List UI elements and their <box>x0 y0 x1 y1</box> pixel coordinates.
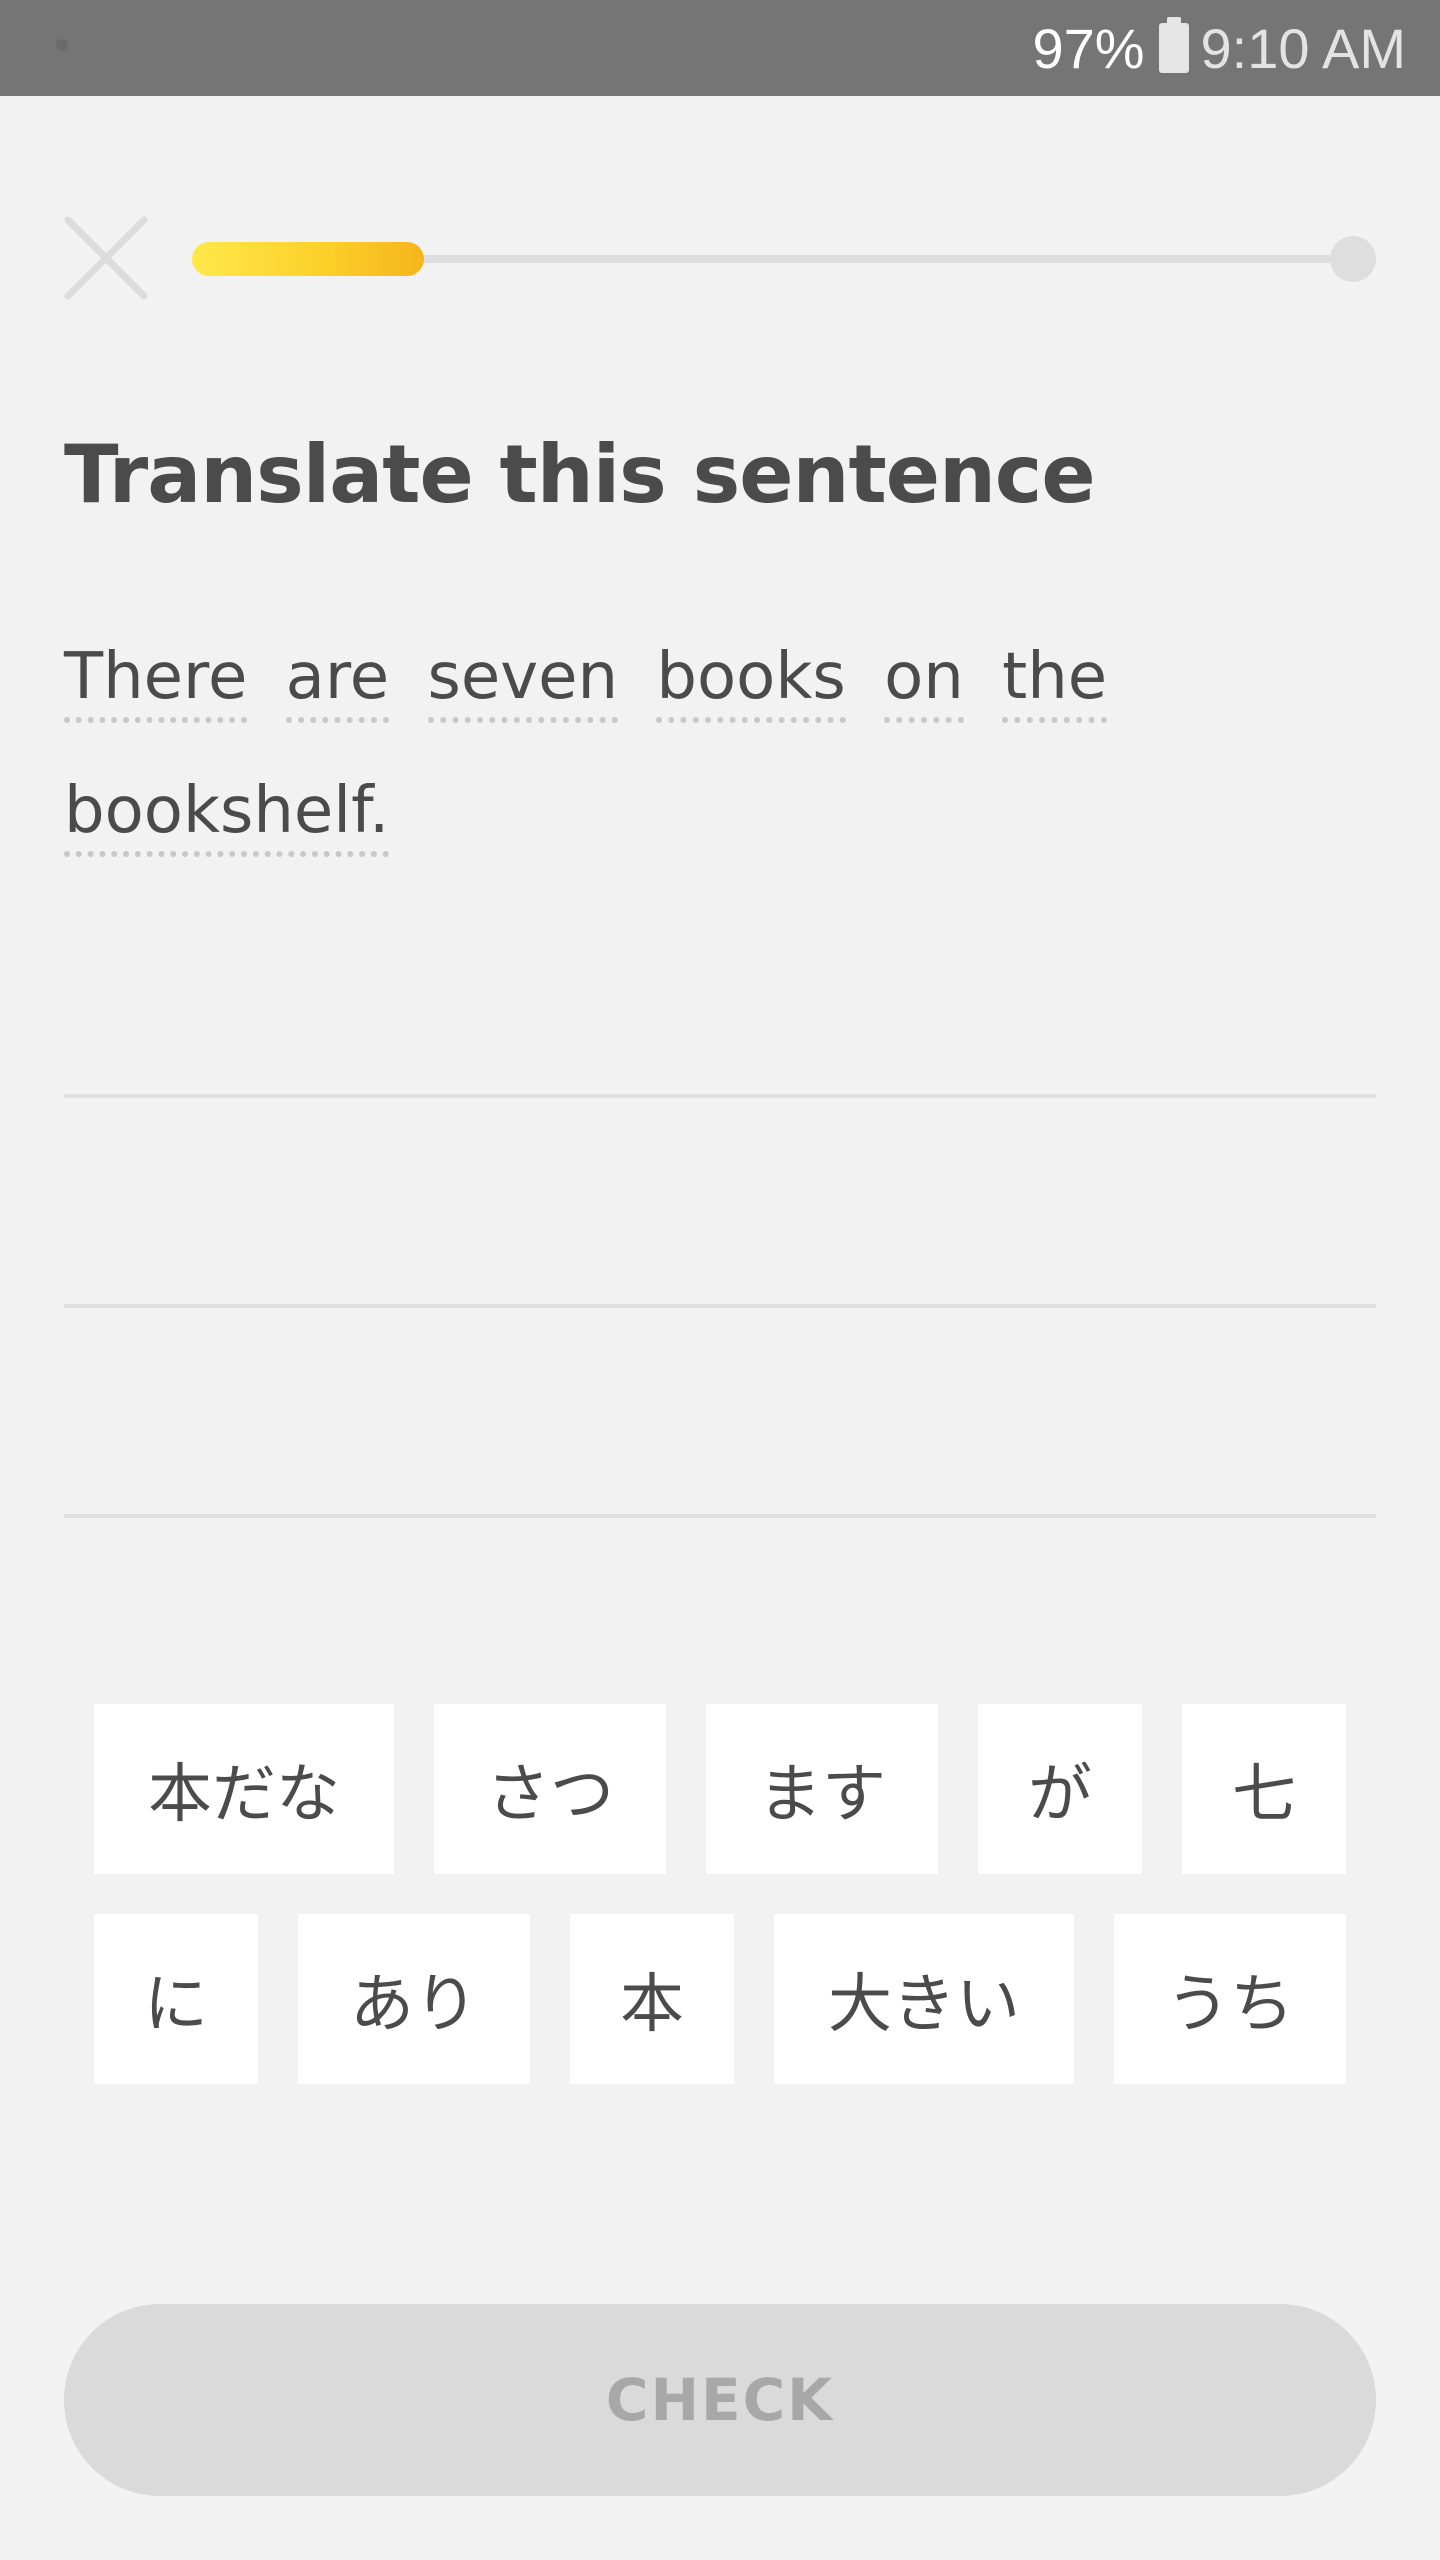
answer-area[interactable] <box>64 1000 1376 1520</box>
word-tile[interactable]: に <box>94 1914 258 2084</box>
answer-line <box>64 1094 1376 1098</box>
status-time: 9:10 AM <box>1200 16 1406 80</box>
hint-word[interactable]: the <box>1002 637 1108 723</box>
battery-icon <box>1158 17 1189 73</box>
word-tile[interactable]: が <box>978 1704 1142 1874</box>
word-tile[interactable]: 七 <box>1182 1704 1346 1874</box>
hint-word[interactable]: bookshelf. <box>64 771 390 857</box>
word-bank-row: 本だな さつ ます が 七 <box>94 1704 1346 1874</box>
word-tile[interactable]: 大きい <box>774 1914 1074 2084</box>
hint-word[interactable]: There <box>64 637 248 723</box>
word-bank-row: に あり 本 大きい うち <box>94 1914 1346 2084</box>
word-tile[interactable]: ます <box>706 1704 938 1874</box>
answer-line <box>64 1304 1376 1308</box>
word-tile[interactable]: うち <box>1114 1914 1346 2084</box>
hint-word[interactable]: on <box>884 637 964 723</box>
prompt-sentence: There are seven books on the bookshelf. <box>64 610 1164 878</box>
hint-word[interactable]: books <box>656 637 846 723</box>
word-tile[interactable]: さつ <box>434 1704 666 1874</box>
answer-line <box>64 1514 1376 1518</box>
status-bar: 97% 9:10 AM <box>0 0 1440 96</box>
word-tile[interactable]: 本だな <box>94 1704 394 1874</box>
notification-dot <box>56 39 68 51</box>
status-indicators: 97% 9:10 AM <box>1032 0 1406 96</box>
lesson-screen: 97% 9:10 AM Translate this sentence Ther… <box>0 0 1440 2560</box>
progress-fill <box>192 242 424 276</box>
word-tile[interactable]: あり <box>298 1914 530 2084</box>
progress-end-marker <box>1330 236 1376 282</box>
battery-percent: 97% <box>1032 16 1145 80</box>
close-icon[interactable] <box>62 214 150 302</box>
exercise-title: Translate this sentence <box>64 428 1096 521</box>
word-bank: 本だな さつ ます が 七 に あり 本 大きい うち <box>94 1704 1346 2124</box>
word-tile[interactable]: 本 <box>570 1914 734 2084</box>
hint-word[interactable]: seven <box>427 637 619 723</box>
hint-word[interactable]: are <box>285 637 390 723</box>
lesson-progress-bar <box>192 236 1376 282</box>
check-button[interactable]: CHECK <box>64 2304 1376 2496</box>
